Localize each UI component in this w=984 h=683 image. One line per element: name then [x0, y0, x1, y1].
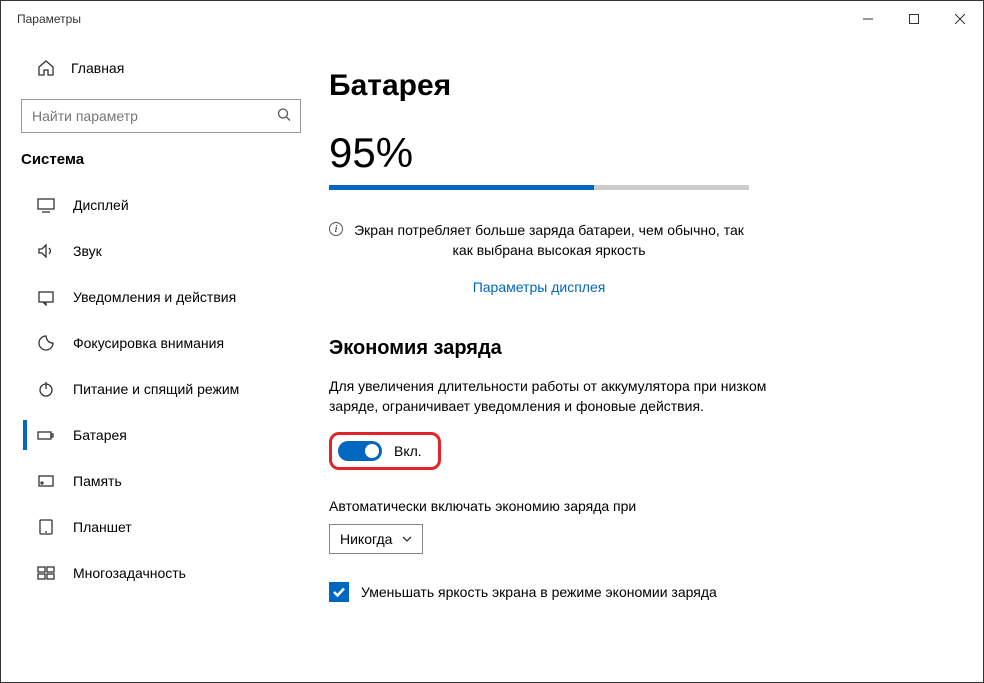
sidebar-item-label: Память — [73, 473, 122, 489]
saver-toggle[interactable] — [338, 441, 382, 461]
chevron-down-icon — [402, 534, 412, 544]
brightness-checkbox[interactable] — [329, 582, 349, 602]
brightness-checkbox-label: Уменьшать яркость экрана в режиме эконом… — [361, 584, 717, 600]
check-icon — [332, 585, 346, 599]
sidebar-item-focus[interactable]: Фокусировка внимания — [1, 320, 321, 366]
focus-icon — [37, 334, 55, 352]
saver-heading: Экономия заряда — [329, 337, 943, 360]
saver-desc: Для увеличения длительности работы от ак… — [329, 376, 769, 417]
display-icon — [37, 196, 55, 214]
minimize-button[interactable] — [845, 3, 891, 35]
power-icon — [37, 380, 55, 398]
page-title: Батарея — [329, 69, 943, 103]
titlebar: Параметры — [1, 1, 983, 37]
sidebar-item-power[interactable]: Питание и спящий режим — [1, 366, 321, 412]
sidebar-home-label: Главная — [71, 60, 124, 76]
auto-saver-select[interactable]: Никогда — [329, 524, 423, 554]
sidebar-item-label: Уведомления и действия — [73, 289, 236, 305]
sidebar-item-label: Многозадачность — [73, 565, 186, 581]
sidebar-home[interactable]: Главная — [1, 49, 321, 87]
maximize-button[interactable] — [891, 3, 937, 35]
sidebar-item-battery[interactable]: Батарея — [1, 412, 321, 458]
info-icon: i — [329, 222, 343, 236]
info-row: i Экран потребляет больше заряда батареи… — [329, 220, 749, 261]
sidebar-item-label: Батарея — [73, 427, 127, 443]
sidebar-item-sound[interactable]: Звук — [1, 228, 321, 274]
brightness-checkbox-row[interactable]: Уменьшать яркость экрана в режиме эконом… — [329, 582, 943, 602]
saver-toggle-label: Вкл. — [394, 443, 422, 459]
auto-saver-label: Автоматически включать экономию заряда п… — [329, 498, 943, 514]
window-title: Параметры — [17, 12, 81, 26]
sound-icon — [37, 242, 55, 260]
home-icon — [37, 59, 55, 77]
saver-toggle-highlight: Вкл. — [329, 432, 441, 470]
notifications-icon — [37, 288, 55, 306]
sidebar-item-notifications[interactable]: Уведомления и действия — [1, 274, 321, 320]
sidebar-item-label: Планшет — [73, 519, 132, 535]
search-input[interactable] — [21, 99, 301, 133]
multitasking-icon — [37, 564, 55, 582]
battery-progress-fill — [329, 185, 594, 190]
display-settings-link[interactable]: Параметры дисплея — [329, 279, 749, 295]
tablet-icon — [37, 518, 55, 536]
info-text: Экран потребляет больше заряда батареи, … — [349, 220, 749, 261]
window-controls — [845, 3, 983, 35]
close-button[interactable] — [937, 3, 983, 35]
sidebar-item-display[interactable]: Дисплей — [1, 182, 321, 228]
sidebar-item-multitasking[interactable]: Многозадачность — [1, 550, 321, 596]
toggle-knob — [365, 444, 379, 458]
sidebar: Главная Система Дисплей Звук Уведомления… — [1, 37, 321, 682]
sidebar-item-label: Звук — [73, 243, 102, 259]
sidebar-item-storage[interactable]: Память — [1, 458, 321, 504]
storage-icon — [37, 472, 55, 490]
search-icon — [277, 108, 291, 125]
sidebar-item-label: Дисплей — [73, 197, 129, 213]
auto-saver-value: Никогда — [340, 531, 392, 547]
search-box — [21, 99, 301, 133]
battery-icon — [37, 426, 55, 444]
battery-progress — [329, 185, 749, 190]
sidebar-item-tablet[interactable]: Планшет — [1, 504, 321, 550]
content: Батарея 95% i Экран потребляет больше за… — [321, 37, 983, 682]
sidebar-item-label: Фокусировка внимания — [73, 335, 224, 351]
sidebar-item-label: Питание и спящий режим — [73, 381, 239, 397]
sidebar-section-title: Система — [1, 151, 321, 182]
battery-percent: 95% — [329, 129, 943, 177]
